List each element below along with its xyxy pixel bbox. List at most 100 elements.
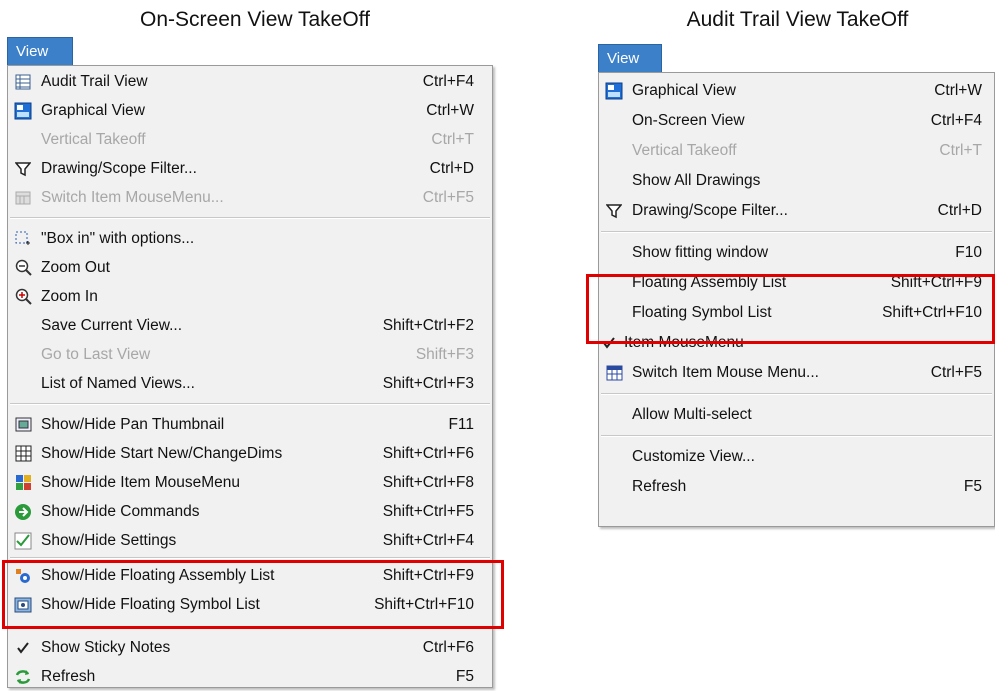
menu-item-refresh[interactable]: Refresh F5 xyxy=(599,472,994,502)
menu-item-label: Zoom Out xyxy=(41,258,110,276)
menu-item-shortcut: Shift+Ctrl+F3 xyxy=(382,374,474,392)
menu-separator xyxy=(601,435,992,437)
menu-item-label: On-Screen View xyxy=(632,112,745,129)
menu-item-refresh[interactable]: Refresh F5 xyxy=(8,662,492,691)
menu-item-shortcut: Shift+Ctrl+F4 xyxy=(382,531,474,549)
menu-item-label: Switch Item Mouse Menu... xyxy=(632,364,819,381)
menu-item-label: Show/Hide Settings xyxy=(41,531,177,549)
menu-item-shortcut: Ctrl+D xyxy=(937,202,982,219)
menu-item-label: Show Sticky Notes xyxy=(41,638,171,656)
menu-item-shortcut: Shift+Ctrl+F2 xyxy=(382,316,474,334)
menu-item-show-sticky-notes[interactable]: Show Sticky Notes Ctrl+F6 xyxy=(8,633,492,662)
zoom-in-icon xyxy=(13,287,33,307)
menu-item-zoom-in[interactable]: Zoom In xyxy=(8,282,492,311)
menu-item-go-to-last-view[interactable]: Go to Last View Shift+F3 xyxy=(8,340,492,369)
menu-item-shortcut: Shift+Ctrl+F8 xyxy=(382,473,474,491)
menu-item-show-hide-pan-thumbnail[interactable]: Show/Hide Pan Thumbnail F11 xyxy=(8,410,492,439)
menu-item-vertical-takeoff[interactable]: Vertical Takeoff Ctrl+T xyxy=(8,125,492,154)
menu-item-show-hide-start-new[interactable]: Show/Hide Start New/ChangeDims Shift+Ctr… xyxy=(8,439,492,468)
menu-item-box-in[interactable]: "Box in" with options... xyxy=(8,224,492,253)
graphical-view-icon xyxy=(604,81,624,101)
menu-item-switch-item-mouse-menu[interactable]: Switch Item Mouse Menu... Ctrl+F5 xyxy=(599,358,994,388)
settings-check-icon xyxy=(13,531,33,551)
left-highlight-box xyxy=(2,560,504,629)
menu-item-shortcut: Ctrl+T xyxy=(939,142,982,159)
menu-item-show-all-drawings[interactable]: Show All Drawings xyxy=(599,166,994,196)
menu-item-label: List of Named Views... xyxy=(41,374,195,392)
graphical-view-icon xyxy=(13,101,33,121)
menu-separator xyxy=(10,557,490,559)
menu-item-shortcut: Ctrl+W xyxy=(426,101,474,119)
menu-item-drawing-scope-filter[interactable]: Drawing/Scope Filter... Ctrl+D xyxy=(599,196,994,226)
menu-item-drawing-scope-filter[interactable]: Drawing/Scope Filter... Ctrl+D xyxy=(8,154,492,183)
menu-item-shortcut: F11 xyxy=(448,415,474,433)
menu-item-save-current-view[interactable]: Save Current View... Shift+Ctrl+F2 xyxy=(8,311,492,340)
dims-icon xyxy=(13,444,33,464)
menu-item-shortcut: Ctrl+F4 xyxy=(422,72,474,90)
menu-item-label: Refresh xyxy=(632,478,687,495)
menu-separator xyxy=(10,217,490,219)
menu-item-shortcut: Ctrl+D xyxy=(429,159,474,177)
menu-separator xyxy=(601,393,992,395)
menu-item-shortcut: Ctrl+F5 xyxy=(930,364,982,381)
menu-item-label: Customize View... xyxy=(632,448,755,465)
menu-item-shortcut: Shift+F3 xyxy=(415,345,474,363)
mousemenu-icon xyxy=(13,473,33,493)
menu-item-label: Refresh xyxy=(41,667,96,685)
filter-icon xyxy=(13,159,33,179)
switch-menu-icon xyxy=(13,188,33,208)
zoom-out-icon xyxy=(13,258,33,278)
switch-menu-icon xyxy=(604,363,624,383)
menu-item-vertical-takeoff[interactable]: Vertical Takeoff Ctrl+T xyxy=(599,136,994,166)
checkmark-icon xyxy=(13,638,33,658)
menu-item-customize-view[interactable]: Customize View... xyxy=(599,442,994,472)
menu-item-label: Show All Drawings xyxy=(632,172,761,189)
grid-list-icon xyxy=(13,72,33,92)
menu-item-graphical-view[interactable]: Graphical View Ctrl+W xyxy=(8,96,492,125)
thumbnail-icon xyxy=(13,415,33,435)
box-in-icon xyxy=(13,229,33,249)
menu-item-shortcut: F10 xyxy=(955,244,982,261)
menu-item-label: Graphical View xyxy=(41,101,145,119)
menu-item-label: Audit Trail View xyxy=(41,72,148,90)
left-caption: On-Screen View TakeOff xyxy=(140,8,370,31)
menu-item-label: Drawing/Scope Filter... xyxy=(41,159,197,177)
menu-item-show-hide-commands[interactable]: Show/Hide Commands Shift+Ctrl+F5 xyxy=(8,497,492,526)
menu-item-shortcut: F5 xyxy=(963,478,982,495)
right-caption: Audit Trail View TakeOff xyxy=(686,8,909,31)
menu-item-zoom-out[interactable]: Zoom Out xyxy=(8,253,492,282)
commands-icon xyxy=(13,502,33,522)
right-highlight-box xyxy=(586,274,995,344)
menu-item-shortcut: Shift+Ctrl+F6 xyxy=(382,444,474,462)
menu-item-on-screen-view[interactable]: On-Screen View Ctrl+F4 xyxy=(599,106,994,136)
menu-item-shortcut: F5 xyxy=(455,667,474,685)
menu-item-label: Vertical Takeoff xyxy=(632,142,737,159)
menu-item-shortcut: Ctrl+F4 xyxy=(930,112,982,129)
menu-item-switch-item-mousemenu[interactable]: Switch Item MouseMenu... Ctrl+F5 xyxy=(8,183,492,212)
menu-item-label: Save Current View... xyxy=(41,316,183,334)
menu-item-label: Vertical Takeoff xyxy=(41,130,146,148)
menu-item-label: Go to Last View xyxy=(41,345,151,363)
menu-item-label: Show/Hide Item MouseMenu xyxy=(41,473,241,491)
menu-separator xyxy=(601,231,992,233)
refresh-icon xyxy=(13,667,33,687)
menu-item-shortcut: Ctrl+F6 xyxy=(422,638,474,656)
menu-item-graphical-view[interactable]: Graphical View Ctrl+W xyxy=(599,76,994,106)
menu-item-allow-multi-select[interactable]: Allow Multi-select xyxy=(599,400,994,430)
filter-icon xyxy=(604,201,624,221)
menu-item-audit-trail-view[interactable]: Audit Trail View Ctrl+F4 xyxy=(8,67,492,96)
menu-item-label: Zoom In xyxy=(41,287,98,305)
menu-item-label: Show fitting window xyxy=(632,244,769,261)
menu-item-show-fitting-window[interactable]: Show fitting window F10 xyxy=(599,238,994,268)
menu-item-shortcut: Ctrl+T xyxy=(431,130,474,148)
menu-separator xyxy=(10,403,490,405)
menu-item-shortcut: Shift+Ctrl+F5 xyxy=(382,502,474,520)
left-view-menu-tab[interactable]: View xyxy=(7,37,73,65)
menu-item-label: Drawing/Scope Filter... xyxy=(632,202,788,219)
right-view-menu-tab[interactable]: View xyxy=(598,44,662,72)
menu-item-label: Show/Hide Commands xyxy=(41,502,200,520)
menu-item-label: Switch Item MouseMenu... xyxy=(41,188,224,206)
menu-item-show-hide-item-mousemenu[interactable]: Show/Hide Item MouseMenu Shift+Ctrl+F8 xyxy=(8,468,492,497)
menu-item-list-of-named-views[interactable]: List of Named Views... Shift+Ctrl+F3 xyxy=(8,369,492,398)
menu-item-show-hide-settings[interactable]: Show/Hide Settings Shift+Ctrl+F4 xyxy=(8,526,492,555)
